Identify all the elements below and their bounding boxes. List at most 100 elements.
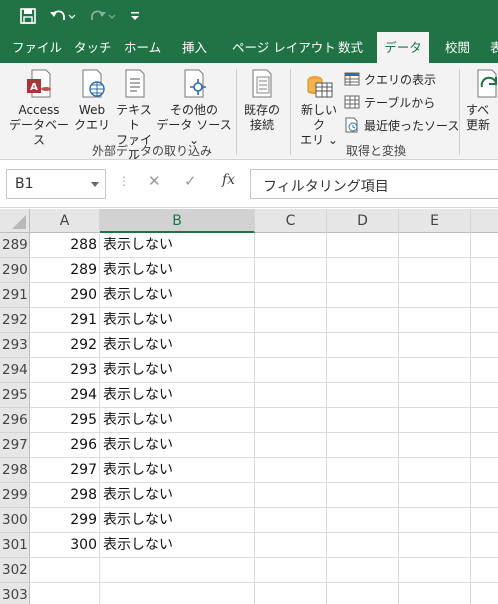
cell-e[interactable] (399, 583, 471, 604)
cell-e[interactable] (399, 308, 471, 333)
cell-f[interactable] (471, 333, 498, 358)
row-header[interactable]: 298 (0, 458, 30, 483)
column-header-a[interactable]: A (30, 209, 100, 233)
row-header[interactable]: 301 (0, 533, 30, 558)
cell-e[interactable] (399, 558, 471, 583)
cell-e[interactable] (399, 233, 471, 258)
tab-touch[interactable]: タッチ (74, 32, 112, 63)
row-header[interactable]: 302 (0, 558, 30, 583)
row-header[interactable]: 300 (0, 508, 30, 533)
row-header[interactable]: 299 (0, 483, 30, 508)
cell-e[interactable] (399, 283, 471, 308)
cell-a[interactable]: 292 (30, 333, 100, 358)
cell-e[interactable] (399, 458, 471, 483)
tab-insert[interactable]: 挿入 (182, 32, 207, 63)
cell-d[interactable] (327, 358, 399, 383)
cell-f[interactable] (471, 433, 498, 458)
cell-c[interactable] (255, 508, 327, 533)
cell-e[interactable] (399, 533, 471, 558)
cell-d[interactable] (327, 233, 399, 258)
recent-sources-button[interactable]: 最近使ったソース (344, 115, 459, 135)
cell-e[interactable] (399, 258, 471, 283)
cell-c[interactable] (255, 308, 327, 333)
cell-e[interactable] (399, 358, 471, 383)
undo-icon[interactable] (48, 6, 78, 26)
name-box[interactable]: B1 (6, 169, 106, 199)
cell-c[interactable] (255, 258, 327, 283)
cell-b[interactable]: 表示しない (100, 283, 255, 308)
tab-view[interactable]: 表 (490, 32, 498, 63)
cell-d[interactable] (327, 483, 399, 508)
cell-a[interactable]: 295 (30, 408, 100, 433)
cell-b[interactable]: 表示しない (100, 408, 255, 433)
cell-d[interactable] (327, 433, 399, 458)
cell-a[interactable]: 297 (30, 458, 100, 483)
cell-d[interactable] (327, 533, 399, 558)
cell-a[interactable]: 288 (30, 233, 100, 258)
cell-b[interactable]: 表示しない (100, 258, 255, 283)
cell-d[interactable] (327, 408, 399, 433)
row-header[interactable]: 289 (0, 233, 30, 258)
cell-c[interactable] (255, 558, 327, 583)
other-sources-button[interactable]: その他の データ ソース ⌄ (156, 67, 232, 148)
web-query-button[interactable]: Web クエリ (72, 67, 112, 133)
cell-f[interactable] (471, 533, 498, 558)
cell-f[interactable] (471, 283, 498, 308)
cell-c[interactable] (255, 358, 327, 383)
cell-d[interactable] (327, 458, 399, 483)
row-header[interactable]: 296 (0, 408, 30, 433)
customize-toolbar-icon[interactable] (128, 6, 142, 26)
cell-d[interactable] (327, 283, 399, 308)
cell-b[interactable]: 表示しない (100, 533, 255, 558)
cell-b[interactable]: 表示しない (100, 308, 255, 333)
row-header[interactable]: 294 (0, 358, 30, 383)
tab-formulas[interactable]: 数式 (338, 32, 363, 63)
access-button[interactable]: A Access データベース (6, 67, 72, 148)
cell-f[interactable] (471, 483, 498, 508)
column-header-f[interactable] (471, 209, 498, 233)
cell-b[interactable]: 表示しない (100, 233, 255, 258)
cell-a[interactable]: 296 (30, 433, 100, 458)
cell-c[interactable] (255, 408, 327, 433)
refresh-all-button[interactable]: すべ 更新 (466, 67, 498, 133)
cell-e[interactable] (399, 383, 471, 408)
cell-f[interactable] (471, 383, 498, 408)
cell-a[interactable]: 293 (30, 358, 100, 383)
cell-f[interactable] (471, 583, 498, 604)
cell-d[interactable] (327, 583, 399, 604)
existing-connections-button[interactable]: 既存の 接続 (240, 67, 284, 133)
column-header-c[interactable]: C (255, 209, 327, 233)
row-header[interactable]: 303 (0, 583, 30, 604)
cell-f[interactable] (471, 458, 498, 483)
select-all-corner[interactable] (0, 209, 30, 233)
insert-function-icon[interactable]: fx (222, 172, 235, 188)
row-header[interactable]: 291 (0, 283, 30, 308)
cell-c[interactable] (255, 458, 327, 483)
cell-d[interactable] (327, 308, 399, 333)
cell-f[interactable] (471, 358, 498, 383)
formula-input[interactable]: フィルタリング項目 (250, 169, 498, 199)
cell-f[interactable] (471, 558, 498, 583)
row-header[interactable]: 295 (0, 383, 30, 408)
cell-d[interactable] (327, 333, 399, 358)
redo-icon[interactable] (88, 6, 118, 26)
cell-c[interactable] (255, 433, 327, 458)
cell-a[interactable]: 298 (30, 483, 100, 508)
row-header[interactable]: 292 (0, 308, 30, 333)
enter-icon[interactable]: ✓ (184, 172, 197, 190)
cell-b[interactable]: 表示しない (100, 358, 255, 383)
cell-e[interactable] (399, 483, 471, 508)
cell-d[interactable] (327, 508, 399, 533)
column-header-e[interactable]: E (399, 209, 471, 233)
cancel-icon[interactable]: ✕ (148, 172, 161, 190)
cell-a[interactable]: 300 (30, 533, 100, 558)
cell-b[interactable] (100, 558, 255, 583)
cell-f[interactable] (471, 508, 498, 533)
tab-page-layout[interactable]: ページ レイアウト (232, 32, 336, 63)
column-header-b[interactable]: B (100, 209, 255, 233)
name-box-dropdown-icon[interactable] (91, 182, 99, 187)
cell-c[interactable] (255, 333, 327, 358)
cell-a[interactable]: 294 (30, 383, 100, 408)
row-header[interactable]: 290 (0, 258, 30, 283)
cell-c[interactable] (255, 533, 327, 558)
